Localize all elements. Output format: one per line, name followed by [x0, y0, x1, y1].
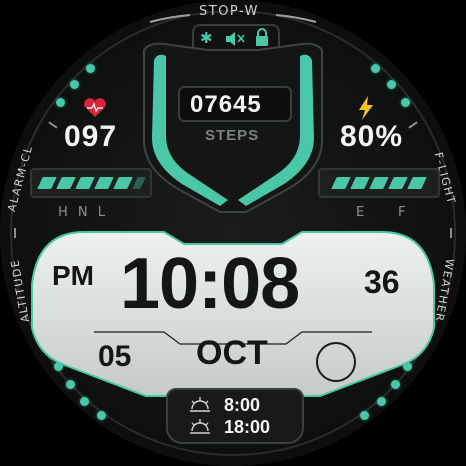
month-display[interactable]: OCT: [196, 334, 268, 373]
gauge-segment: [56, 177, 76, 189]
gauge-segment: [75, 177, 95, 189]
bezel-dot: [70, 80, 79, 89]
gauge-segment: [37, 177, 57, 189]
bezel-dot: [360, 411, 369, 420]
bezel-dot: [97, 411, 106, 420]
sunrise-icon: [190, 397, 210, 412]
battery-scale-e: E: [356, 205, 368, 220]
heart-rate-gauge: [30, 168, 152, 198]
gauge-segment: [388, 177, 408, 189]
steps-display[interactable]: 07645: [178, 86, 292, 122]
gauge-segment: [369, 177, 389, 189]
battery-gauge: [318, 168, 440, 198]
battery-scale-f: F: [398, 205, 409, 220]
sunset-time: 18:00: [224, 417, 271, 437]
sunset-icon: [190, 419, 210, 434]
moon-phase-icon: [316, 342, 356, 382]
heart-icon: [84, 98, 106, 117]
seconds-display: 36: [364, 264, 400, 300]
lightning-icon: [359, 96, 373, 120]
steps-value: 07645: [190, 91, 262, 118]
bezel-dot: [401, 98, 410, 107]
stopwatch-label[interactable]: STOP-W: [199, 4, 259, 19]
gauge-segment: [113, 177, 133, 189]
gauge-segment: [132, 177, 146, 189]
sunrise-time: 8:00: [224, 395, 261, 415]
heart-rate-scale: H N L: [58, 205, 109, 220]
steps-label: STEPS: [205, 127, 260, 144]
sun-times-panel[interactable]: 8:00 18:00: [166, 388, 304, 444]
battery-value[interactable]: 80%: [340, 120, 403, 154]
bezel-dot: [371, 64, 380, 73]
gauge-segment: [331, 177, 351, 189]
bezel-dot: [56, 98, 65, 107]
gauge-segment: [94, 177, 114, 189]
bezel-dot: [86, 64, 95, 73]
time-display[interactable]: 10:08: [120, 248, 300, 320]
gauge-segment: [350, 177, 370, 189]
day-display[interactable]: 05: [98, 340, 131, 374]
bezel-tick: [450, 228, 452, 238]
watch-face: STOP-W ✱ ALARM-CL ALTITUDE F-LIGHT WEATH…: [0, 0, 466, 466]
ampm-indicator: PM: [52, 260, 94, 291]
heart-rate-value[interactable]: 097: [64, 120, 117, 154]
gauge-segment: [407, 177, 427, 189]
bezel-tick: [14, 228, 16, 238]
bezel-dot: [387, 80, 396, 89]
